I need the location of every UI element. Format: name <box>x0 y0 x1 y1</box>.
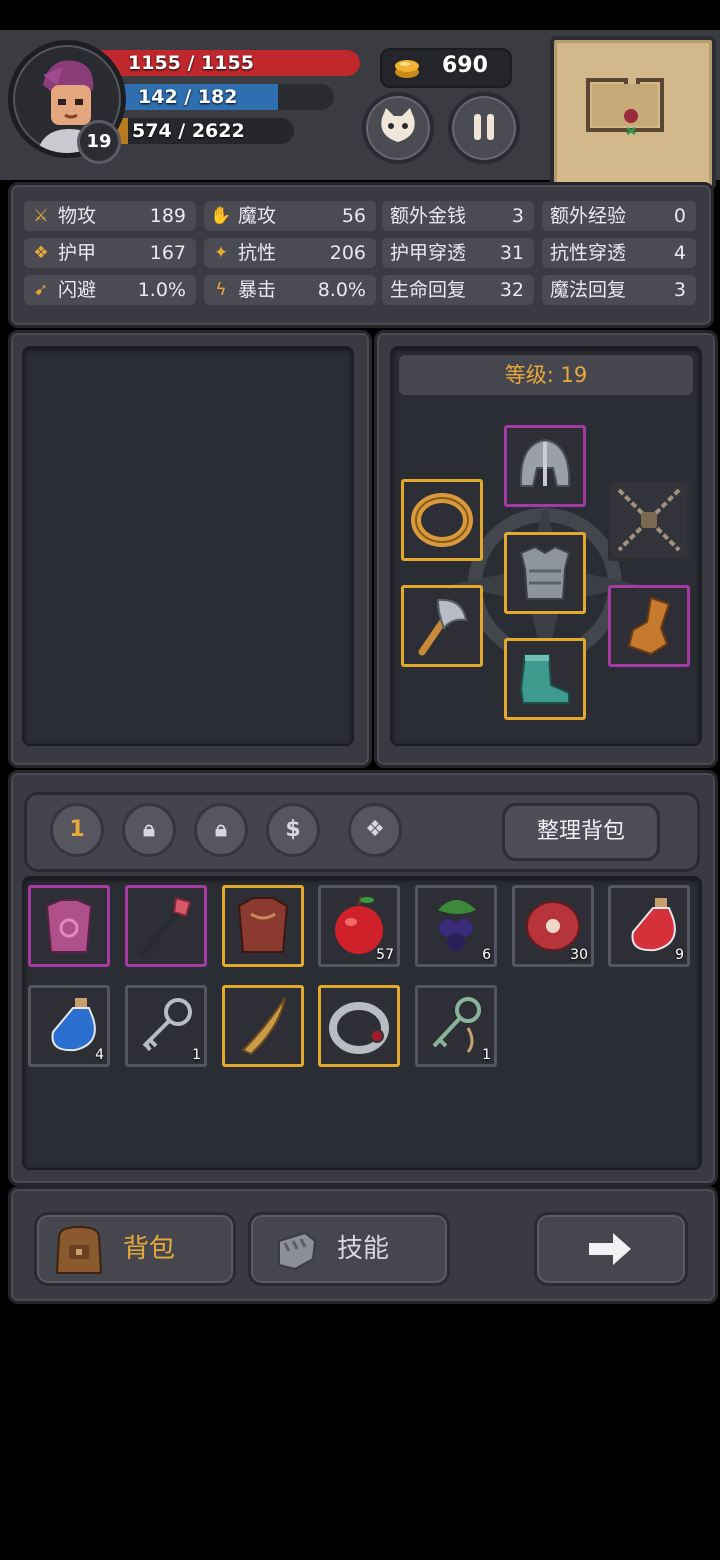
hp-text: 1155 / 1155 <box>128 52 254 74</box>
pause-button[interactable] <box>448 92 520 164</box>
lightning-icon: ϟ <box>215 280 227 300</box>
inventory-slot-blue-potion[interactable]: 4 <box>28 985 110 1067</box>
running-icon: ➹ <box>33 280 49 300</box>
stat-armor: ❖ 护甲 167 <box>24 238 196 268</box>
tab-shop[interactable]: $ <box>266 803 320 857</box>
boots-slot[interactable] <box>504 638 586 720</box>
boots-icon <box>519 654 570 704</box>
leather-armor-icon <box>237 897 289 953</box>
lock-icon: 🔒︎ <box>143 817 155 842</box>
stat-extra-gold: 额外金钱 3 <box>382 201 534 231</box>
inventory-slot-staff[interactable] <box>125 885 207 967</box>
backpack-icon <box>55 1225 103 1274</box>
magic-hand-icon: ✋ <box>210 206 232 226</box>
inventory-slot-red-potion[interactable]: 9 <box>608 885 690 967</box>
stat-physical-attack: ⚔ 物攻 189 <box>24 201 196 231</box>
silver-ring-icon <box>329 1002 389 1054</box>
next-button[interactable] <box>534 1212 688 1286</box>
helmet-icon <box>519 438 571 487</box>
level-badge: 19 <box>77 120 121 164</box>
item-detail-area <box>22 346 354 746</box>
resist-icon: ✦ <box>213 243 229 263</box>
inventory-slot-leather-armor[interactable] <box>222 885 304 967</box>
item-count: 1 <box>192 1047 201 1063</box>
helmet-slot[interactable] <box>504 425 586 507</box>
gold-ring-icon <box>411 493 473 547</box>
stat-resist-penetration: 抗性穿透 4 <box>542 238 696 268</box>
stat-crit: ϟ 暴击 8.0% <box>204 275 376 305</box>
minimap[interactable] <box>550 36 716 190</box>
item-count: 4 <box>95 1047 104 1063</box>
stat-magic-attack: ✋ 魔攻 56 <box>204 201 376 231</box>
inventory-slot-berries[interactable]: 6 <box>415 885 497 967</box>
cat-face-icon <box>381 108 415 142</box>
bag-button[interactable]: 背包 <box>34 1212 236 1286</box>
tab-locked-2[interactable]: 🔒︎ <box>122 803 176 857</box>
minimap-room-icon <box>586 78 664 135</box>
stat-mp-regen: 魔法回复 3 <box>542 275 696 305</box>
inventory-slot-apple[interactable]: 57 <box>318 885 400 967</box>
tab-page-1[interactable]: 1 <box>50 803 104 857</box>
chest-armor-slot[interactable] <box>504 532 586 614</box>
item-count: 57 <box>376 947 394 963</box>
bag-label: 背包 <box>123 1234 176 1264</box>
inventory-slot-curved-dagger[interactable] <box>222 985 304 1067</box>
skills-button[interactable]: 技能 <box>248 1212 450 1286</box>
arrow-right-icon <box>589 1233 631 1265</box>
tab-locked-3[interactable]: 🔒︎ <box>194 803 248 857</box>
stat-armor-penetration: 护甲穿透 31 <box>382 238 534 268</box>
sword-icon: ⚔ <box>33 206 49 226</box>
inventory-slot-green-key[interactable]: 1 <box>415 985 497 1067</box>
item-count: 6 <box>482 947 491 963</box>
curved-dagger-icon <box>241 997 286 1056</box>
sort-inventory-button[interactable]: 整理背包 <box>502 803 660 861</box>
pause-icon <box>474 114 494 140</box>
item-count: 9 <box>675 947 684 963</box>
inventory-slot-pink-vest[interactable] <box>28 885 110 967</box>
lock-icon: 🔒︎ <box>215 817 227 842</box>
stat-extra-exp: 额外经验 0 <box>542 201 696 231</box>
gauntlet-icon <box>627 596 671 656</box>
inventory-slot-silver-ring[interactable] <box>318 985 400 1067</box>
gold-display: 690 <box>380 48 512 88</box>
stat-dodge: ➹ 闪避 1.0% <box>24 275 196 305</box>
ring-slot[interactable] <box>401 479 483 561</box>
pet-button[interactable] <box>362 92 434 164</box>
weapon-slot[interactable] <box>401 585 483 667</box>
gauntlet-slot[interactable] <box>608 585 690 667</box>
locked-chain-slot[interactable] <box>608 479 690 561</box>
item-count: 1 <box>482 1047 491 1063</box>
paw-icon: ❖ <box>365 817 385 842</box>
tab-pet[interactable]: ❖ <box>348 803 402 857</box>
chain-lock-icon <box>617 488 681 552</box>
equipment-level-title: 等级: 19 <box>397 353 695 397</box>
stat-resistance: ✦ 抗性 206 <box>204 238 376 268</box>
item-count: 30 <box>570 947 588 963</box>
gold-coin-icon <box>395 60 419 78</box>
xp-text: 574 / 2622 <box>132 120 245 142</box>
fist-icon <box>278 1231 317 1271</box>
stat-hp-regen: 生命回复 32 <box>382 275 534 305</box>
inventory-slot-silver-key[interactable]: 1 <box>125 985 207 1067</box>
chest-armor-icon <box>519 545 571 600</box>
stats-grid: ⚔ 物攻 189 ✋ 魔攻 56 额外金钱 3 额外经验 0 ❖ 护甲 167 … <box>24 200 696 310</box>
axe-icon <box>418 598 468 656</box>
gold-amount: 690 <box>442 53 488 78</box>
pink-vest-icon <box>45 899 93 953</box>
staff-icon <box>139 896 192 957</box>
inventory-slot-meat[interactable]: 30 <box>512 885 594 967</box>
mp-text: 142 / 182 <box>138 86 238 108</box>
skills-label: 技能 <box>337 1234 390 1264</box>
paw-shield-icon: ❖ <box>33 243 49 263</box>
